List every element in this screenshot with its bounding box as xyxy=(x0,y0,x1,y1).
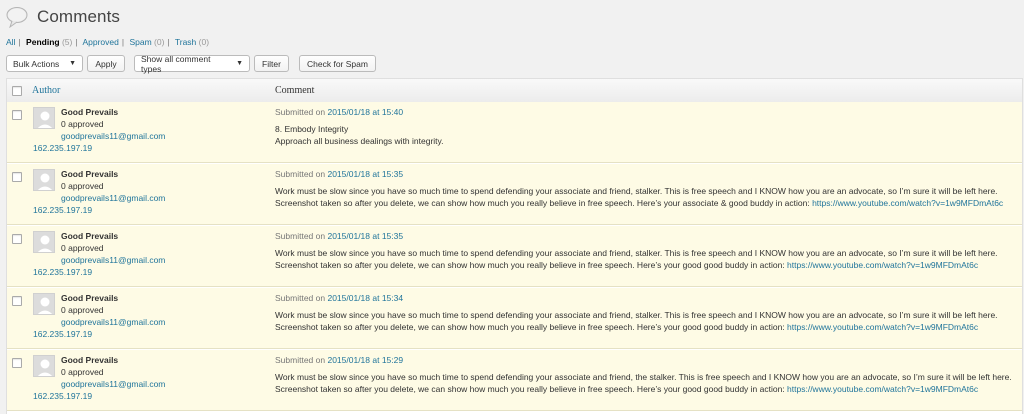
default-avatar-icon xyxy=(34,108,54,128)
author-ip-link[interactable]: 162.235.197.19 xyxy=(33,391,92,401)
comments-bubble-icon xyxy=(6,7,28,28)
pending-count: (5) xyxy=(61,37,73,47)
avatar xyxy=(33,231,55,253)
submitted-on: Submitted on 2015/01/18 at 15:34 xyxy=(275,293,404,303)
comment-text-line: Approach all business dealings with inte… xyxy=(275,135,444,146)
default-avatar-icon xyxy=(34,170,54,190)
row-checkbox[interactable] xyxy=(12,234,22,244)
comment-link[interactable]: https://www.youtube.com/watch?v=1w9MFDmA… xyxy=(787,322,978,332)
row-checkbox[interactable] xyxy=(12,358,22,368)
submitted-on: Submitted on 2015/01/18 at 15:35 xyxy=(275,169,404,179)
comment-body: Work must be slow since you have so much… xyxy=(275,186,1020,209)
filter-link-trash[interactable]: Trash xyxy=(175,37,196,47)
comment-row: Good Prevails 0 approved goodprevails11@gm… xyxy=(7,350,1022,411)
comment-date-link[interactable]: 2015/01/18 at 15:29 xyxy=(327,355,403,365)
row-checkbox[interactable] xyxy=(12,172,22,182)
check-for-spam-button[interactable]: Check for Spam xyxy=(299,55,376,72)
page-title: Comments xyxy=(37,7,120,26)
apply-button[interactable]: Apply xyxy=(87,55,125,72)
table-toolbar: Bulk Actions ▼ Apply Show all comment ty… xyxy=(6,54,376,74)
comment-link[interactable]: https://www.youtube.com/watch?v=1w9MFDmA… xyxy=(812,198,1003,208)
default-avatar-icon xyxy=(34,294,54,314)
column-header-author[interactable]: Author xyxy=(32,85,60,96)
comment-date-link[interactable]: 2015/01/18 at 15:34 xyxy=(327,293,403,303)
avatar xyxy=(33,355,55,377)
table-header: Author Comment xyxy=(7,79,1022,103)
filter-link-all[interactable]: All xyxy=(6,37,15,47)
author-ip-link[interactable]: 162.235.197.19 xyxy=(33,329,92,339)
comment-row: Good Prevails 0 approved goodprevails11@gm… xyxy=(7,288,1022,349)
status-filter-links: All | Pending (5) | Approved | Spam (0) | Tr… xyxy=(6,37,210,47)
avatar xyxy=(33,169,55,191)
approved-count: 0 approved xyxy=(61,367,104,377)
author-ip-link[interactable]: 162.235.197.19 xyxy=(33,143,92,153)
default-avatar-icon xyxy=(34,232,54,252)
comment-body: 8. Embody Integrity Approach all business… xyxy=(275,124,1020,147)
comment-text-line: Work must be slow since you have so much… xyxy=(275,248,998,258)
author-email-link[interactable]: goodprevails11@gmail.com xyxy=(61,255,165,265)
comment-text-line: 8. Embody Integrity xyxy=(275,124,349,134)
author-email-link[interactable]: goodprevails11@gmail.com xyxy=(61,193,165,203)
author-email-link[interactable]: goodprevails11@gmail.com xyxy=(61,131,165,141)
dropdown-arrow-icon: ▼ xyxy=(236,60,243,67)
approved-count: 0 approved xyxy=(61,243,104,253)
comment-body: Work must be slow since you have so much… xyxy=(275,372,1020,395)
author-name: Good Prevails xyxy=(61,293,119,303)
comment-body: Work must be slow since you have so much… xyxy=(275,310,1020,333)
comment-row: Good Prevails 0 approved goodprevails11@gm… xyxy=(7,226,1022,287)
dropdown-arrow-icon: ▼ xyxy=(69,60,76,67)
comment-row: Good Prevails 0 approved goodprevails11@gm… xyxy=(7,102,1022,163)
avatar xyxy=(33,107,55,129)
column-header-comment: Comment xyxy=(275,85,315,96)
comment-date-link[interactable]: 2015/01/18 at 15:40 xyxy=(327,107,403,117)
submitted-on: Submitted on 2015/01/18 at 15:40 xyxy=(275,107,404,117)
author-name: Good Prevails xyxy=(61,107,119,117)
comment-types-select[interactable]: Show all comment types ▼ xyxy=(134,54,250,74)
filter-link-pending[interactable]: Pending xyxy=(26,37,60,47)
comment-text-line: Screenshot taken so after you delete, we… xyxy=(275,259,979,270)
author-email-link[interactable]: goodprevails11@gmail.com xyxy=(61,379,165,389)
author-name: Good Prevails xyxy=(61,169,119,179)
avatar xyxy=(33,293,55,315)
approved-count: 0 approved xyxy=(61,181,104,191)
default-avatar-icon xyxy=(34,356,54,376)
author-email-link[interactable]: goodprevails11@gmail.com xyxy=(61,317,165,327)
author-ip-link[interactable]: 162.235.197.19 xyxy=(33,205,92,215)
comment-link[interactable]: https://www.youtube.com/watch?v=1w9MFDmA… xyxy=(787,384,978,394)
spam-count: (0) xyxy=(154,37,165,47)
comment-text-line: Work must be slow since you have so much… xyxy=(275,186,998,196)
comment-link[interactable]: https://www.youtube.com/watch?v=1w9MFDmA… xyxy=(787,260,978,270)
author-ip-link[interactable]: 162.235.197.19 xyxy=(33,267,92,277)
comment-text-line: Work must be slow since you have so much… xyxy=(275,372,1012,382)
filter-link-spam[interactable]: Spam xyxy=(129,37,151,47)
comment-row: Good Prevails 0 approved goodprevails11@gm… xyxy=(7,164,1022,225)
page-header: Comments xyxy=(6,4,120,30)
comments-page: Comments All | Pending (5) | Approved | Spa… xyxy=(0,0,1024,414)
submitted-on: Submitted on 2015/01/18 at 15:35 xyxy=(275,231,404,241)
comment-body: Work must be slow since you have so much… xyxy=(275,248,1020,271)
trash-count: (0) xyxy=(198,37,210,47)
author-name: Good Prevails xyxy=(61,231,119,241)
approved-count: 0 approved xyxy=(61,119,104,129)
row-checkbox[interactable] xyxy=(12,296,22,306)
comment-date-link[interactable]: 2015/01/18 at 15:35 xyxy=(327,231,403,241)
filter-link-approved[interactable]: Approved xyxy=(82,37,118,47)
author-name: Good Prevails xyxy=(61,355,119,365)
select-all-checkbox[interactable] xyxy=(12,86,22,96)
comment-text-line: Screenshot taken so after you delete, we… xyxy=(275,383,979,394)
comment-date-link[interactable]: 2015/01/18 at 15:35 xyxy=(327,169,403,179)
submitted-on: Submitted on 2015/01/18 at 15:29 xyxy=(275,355,404,365)
comments-table: Author Comment Good Prevails 0 approved go… xyxy=(6,78,1023,414)
approved-count: 0 approved xyxy=(61,305,104,315)
row-checkbox[interactable] xyxy=(12,110,22,120)
filter-button[interactable]: Filter xyxy=(254,55,289,72)
comment-text-line: Work must be slow since you have so much… xyxy=(275,310,998,320)
bulk-actions-select[interactable]: Bulk Actions ▼ xyxy=(6,55,83,72)
comment-text-line: Screenshot taken so after you delete, we… xyxy=(275,197,1004,208)
comment-text-line: Screenshot taken so after you delete, we… xyxy=(275,321,979,332)
